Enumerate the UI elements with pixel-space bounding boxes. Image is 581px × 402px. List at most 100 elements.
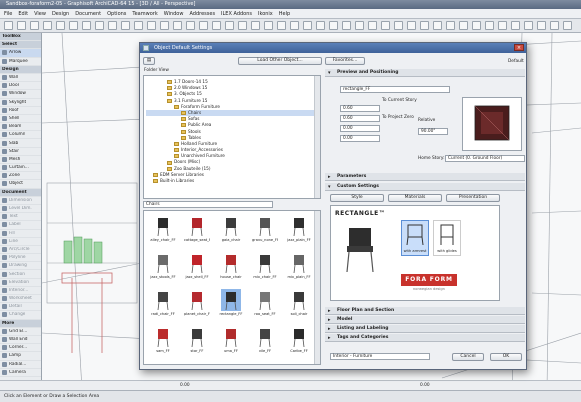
object-thumbnail[interactable]: mix_plain_FF <box>286 252 312 284</box>
section-listing[interactable]: ▸ Listing and Labeling <box>325 325 525 333</box>
toolbar-icon[interactable] <box>95 21 104 30</box>
toolbar-icon[interactable] <box>446 21 455 30</box>
toolbar-icon[interactable] <box>134 21 143 30</box>
object-thumbnail[interactable]: star_FF <box>184 326 210 358</box>
toolbar-icon[interactable] <box>329 21 338 30</box>
toolbox-tool[interactable]: Beam <box>0 123 41 132</box>
toolbar-icon[interactable] <box>4 21 13 30</box>
toolbar-icon[interactable] <box>225 21 234 30</box>
close-icon[interactable]: × <box>514 44 524 51</box>
toolbox-tool[interactable]: Fill <box>0 230 41 238</box>
toolbar-icon[interactable] <box>368 21 377 30</box>
menu-item[interactable]: Window <box>164 11 184 17</box>
grid-path-field[interactable]: Chairs <box>143 201 273 208</box>
object-thumbnail-grid[interactable]: alley_chair_FF cottage_seat_FF gaia_chair g… <box>143 210 321 365</box>
object-thumbnail[interactable]: alley_chair_FF <box>150 215 176 247</box>
toolbar-icon[interactable] <box>238 21 247 30</box>
object-thumbnail[interactable]: house_chair <box>218 252 244 284</box>
toolbar-icon[interactable] <box>355 21 364 30</box>
elevation-field[interactable]: 0.00 <box>340 125 380 132</box>
toolbar-icon[interactable] <box>550 21 559 30</box>
toolbox-tool[interactable]: Column <box>0 131 41 140</box>
menu-item[interactable]: Ikonix <box>258 11 273 17</box>
toolbox-tool[interactable]: Corner... <box>0 344 41 353</box>
object-thumbnail[interactable]: Caribe_FF <box>286 326 312 358</box>
object-thumbnail[interactable]: roo_seat_FF <box>252 289 278 321</box>
toolbox-tool[interactable]: Elevation <box>0 279 41 287</box>
object-thumbnail[interactable]: soli_chair <box>286 289 312 321</box>
toolbar-icon[interactable] <box>563 21 572 30</box>
toolbox-tool[interactable]: Shell <box>0 115 41 124</box>
toolbar-icon[interactable] <box>212 21 221 30</box>
toolbox-tool[interactable]: Line <box>0 238 41 246</box>
toolbox-tool[interactable]: Slab <box>0 139 41 148</box>
object-thumbnail[interactable]: uma_FF <box>218 326 244 358</box>
toolbar-icon[interactable] <box>537 21 546 30</box>
ok-button[interactable]: OK <box>490 353 522 361</box>
toolbar-icon[interactable] <box>472 21 481 30</box>
toolbar-icon[interactable] <box>485 21 494 30</box>
toolbox-tool[interactable]: Section <box>0 270 41 279</box>
toolbox-tool[interactable]: Detail <box>0 303 41 312</box>
toolbar-icon[interactable] <box>394 21 403 30</box>
object-thumbnail[interactable]: vile_FF <box>252 326 278 358</box>
toolbar-icon[interactable] <box>121 21 130 30</box>
object-thumbnail[interactable]: jazz_plain_FF <box>286 215 312 247</box>
toolbox-tool[interactable]: Wall End <box>0 336 41 345</box>
layer-select[interactable]: Interior - Furniture <box>330 353 430 360</box>
toolbox-tool[interactable]: Polyline <box>0 254 41 263</box>
toolbox-section-header[interactable]: Design <box>0 65 41 74</box>
toolbox-section-header[interactable]: More <box>0 319 41 328</box>
toolbar-icon[interactable] <box>407 21 416 30</box>
toolbar-icon[interactable] <box>17 21 26 30</box>
object-thumbnail[interactable]: mix_chair_FF <box>252 252 278 284</box>
toolbox-tool[interactable]: Curtain... <box>0 164 41 173</box>
favorites-button[interactable]: Favorites... <box>325 57 365 65</box>
object-thumbnail[interactable]: cottage_seat_FF <box>184 215 210 247</box>
home-story-select[interactable]: Current (0. Ground Floor) <box>445 155 525 162</box>
load-other-object-button[interactable]: Load Other Object... <box>238 57 322 65</box>
toolbar-icon[interactable] <box>147 21 156 30</box>
menu-item[interactable]: Addresses <box>189 11 215 17</box>
toolbar-icon[interactable] <box>173 21 182 30</box>
toolbar-icon[interactable] <box>82 21 91 30</box>
toolbar-icon[interactable] <box>56 21 65 30</box>
section-custom-settings[interactable]: ▾ Custom Settings <box>325 183 525 191</box>
menu-item[interactable]: Options <box>107 11 126 17</box>
toolbox-tool[interactable]: Arc/Circle <box>0 246 41 255</box>
toolbar-icon[interactable] <box>511 21 520 30</box>
toolbox-tool[interactable]: Lamp <box>0 352 41 361</box>
toolbox-tool[interactable]: Object <box>0 180 41 189</box>
toolbox-tool[interactable]: Roof <box>0 107 41 115</box>
cancel-button[interactable]: Cancel <box>452 353 484 361</box>
toolbar-icon[interactable] <box>303 21 312 30</box>
tree-item[interactable]: Built-in Libraries <box>146 178 320 184</box>
object-thumbnail[interactable]: planet_chair_FF <box>184 289 210 321</box>
toolbox-section-header[interactable]: Document <box>0 188 41 197</box>
menu-item[interactable]: ILEX Addons <box>221 11 252 17</box>
info-value-2[interactable]: 0.00 <box>420 383 430 388</box>
toolbox-tool[interactable]: Dimension <box>0 197 41 205</box>
info-value-1[interactable]: 0.00 <box>180 383 190 388</box>
toolbar-icon[interactable] <box>43 21 52 30</box>
toolbox-tool[interactable]: Mesh <box>0 156 41 164</box>
menu-item[interactable]: Document <box>75 11 101 17</box>
toolbar-icon[interactable] <box>459 21 468 30</box>
toolbox-tool[interactable]: Arrow <box>0 49 41 58</box>
selected-object-field[interactable]: rectangle_FF <box>340 86 450 93</box>
view-mode-button[interactable]: ▤ <box>143 57 155 65</box>
object-thumbnail[interactable]: jazz_stools_FF <box>150 252 176 284</box>
style-option-with-glides[interactable]: with glides <box>433 220 461 256</box>
toolbox-tool[interactable]: Drawing <box>0 262 41 271</box>
object-thumbnail[interactable]: gaia_chair <box>218 215 244 247</box>
object-thumbnail[interactable]: gravu_none_FF <box>252 215 278 247</box>
toolbox-tool[interactable]: Interior... <box>0 287 41 295</box>
toolbar-icon[interactable] <box>69 21 78 30</box>
toolbox-tool[interactable]: Window <box>0 90 41 99</box>
toolbar-icon[interactable] <box>381 21 390 30</box>
toolbox-tool[interactable]: Text <box>0 213 41 222</box>
menu-item[interactable]: Design <box>52 11 69 17</box>
style-option-with-armrest[interactable]: with armrest <box>401 220 429 256</box>
toolbox-tool[interactable]: Marquee <box>0 58 41 66</box>
section-tags[interactable]: ▸ Tags and Categories <box>325 334 525 342</box>
